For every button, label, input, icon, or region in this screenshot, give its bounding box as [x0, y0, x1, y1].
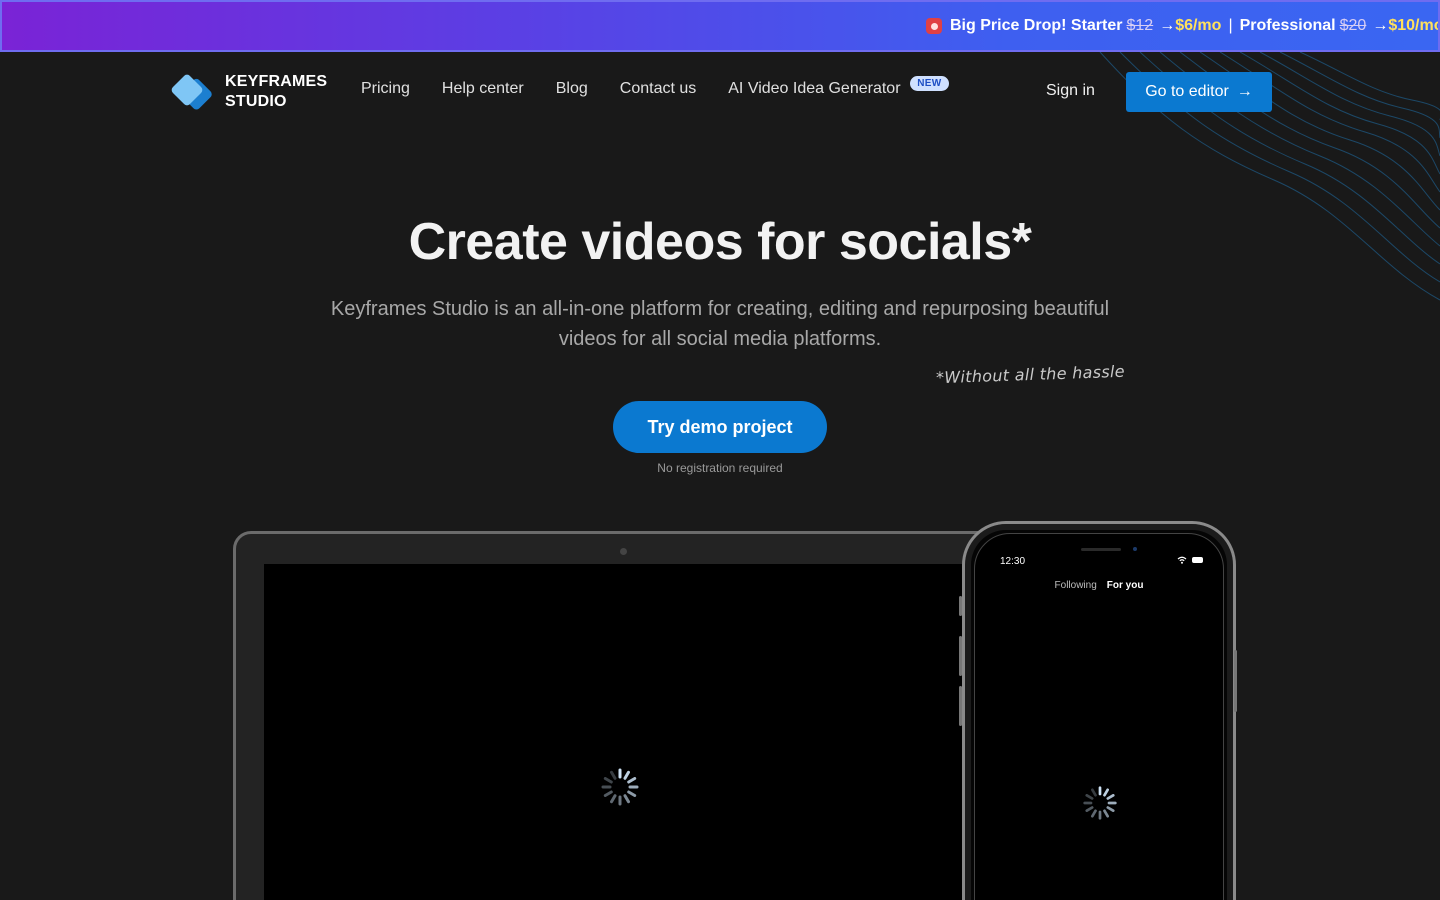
alarm-light-icon	[926, 18, 942, 34]
nav-link-ai-video-idea-generator[interactable]: AI Video Idea Generator NEW	[728, 76, 949, 98]
laptop-camera	[620, 548, 627, 555]
starter-old-price: $12	[1126, 17, 1154, 34]
laptop-mockup	[233, 531, 1013, 900]
arrow-right-icon: →	[1236, 83, 1253, 100]
phone-speaker	[1081, 548, 1121, 551]
nav-link-contact-us[interactable]: Contact us	[620, 80, 696, 98]
nav-link-blog[interactable]: Blog	[556, 80, 588, 98]
professional-label: Professional	[1239, 17, 1336, 34]
battery-icon	[1192, 557, 1203, 563]
tab-for-you[interactable]: For you	[1107, 580, 1144, 591]
loading-spinner-icon	[601, 768, 639, 806]
phone-status-icons	[1177, 556, 1203, 564]
tab-following[interactable]: Following	[1055, 580, 1097, 591]
brand-name: KEYFRAMES STUDIO	[225, 72, 327, 112]
phone-time: 12:30	[1000, 556, 1026, 567]
brand-name-line1: KEYFRAMES	[225, 73, 328, 90]
phone-volume-up	[959, 636, 962, 676]
loading-spinner-icon	[1083, 786, 1117, 820]
promo-banner[interactable]: Big Price Drop! Starter $12 → $6/mo | Pr…	[0, 0, 1440, 52]
starter-new-price: $6/mo	[1175, 17, 1222, 34]
phone-feed-tabs: Following For you	[975, 580, 1223, 591]
brand-logo[interactable]: KEYFRAMES STUDIO	[171, 72, 327, 112]
professional-new-price: $10/mo	[1388, 17, 1440, 34]
promo-text: Big Price Drop! Starter $12 → $6/mo | Pr…	[926, 2, 1440, 50]
arrow-right-icon: →	[1372, 17, 1389, 34]
nav-link-label: AI Video Idea Generator	[728, 80, 901, 97]
sign-in-link[interactable]: Sign in	[1046, 82, 1095, 100]
nav-link-pricing[interactable]: Pricing	[361, 80, 410, 98]
cta-note: No registration required	[657, 461, 783, 475]
promo-separator: |	[1228, 17, 1233, 34]
hero-title: Create videos for socials*	[408, 213, 1032, 271]
professional-old-price: $20	[1339, 17, 1367, 34]
phone-power-button	[1234, 650, 1237, 712]
go-to-editor-button[interactable]: Go to editor →	[1126, 72, 1272, 112]
phone-mute-switch	[959, 596, 962, 616]
nav-link-help-center[interactable]: Help center	[442, 80, 524, 98]
hero-subtitle: Keyframes Studio is an all-in-one platfo…	[330, 298, 1110, 350]
nav-links: Pricing Help center Blog Contact us AI V…	[361, 76, 949, 98]
try-demo-button[interactable]: Try demo project	[613, 401, 827, 453]
laptop-screen[interactable]	[264, 564, 1010, 900]
wifi-icon	[1177, 556, 1187, 564]
go-to-editor-label: Go to editor	[1145, 83, 1229, 100]
promo-headline: Big Price Drop! Starter	[950, 17, 1123, 34]
phone-screen[interactable]: 12:30 Following For you	[974, 533, 1224, 900]
keyframes-logo-icon	[171, 74, 212, 110]
phone-volume-down	[959, 686, 962, 726]
phone-camera	[1133, 547, 1137, 551]
brand-name-line2: STUDIO	[225, 93, 287, 110]
arrow-right-icon: →	[1159, 17, 1176, 34]
main-navbar: KEYFRAMES STUDIO Pricing Help center Blo…	[0, 52, 1440, 132]
hero-footnote: *Without all the hassle	[935, 361, 1126, 388]
new-badge: NEW	[910, 76, 949, 91]
phone-mockup: 12:30 Following For you	[962, 521, 1236, 900]
